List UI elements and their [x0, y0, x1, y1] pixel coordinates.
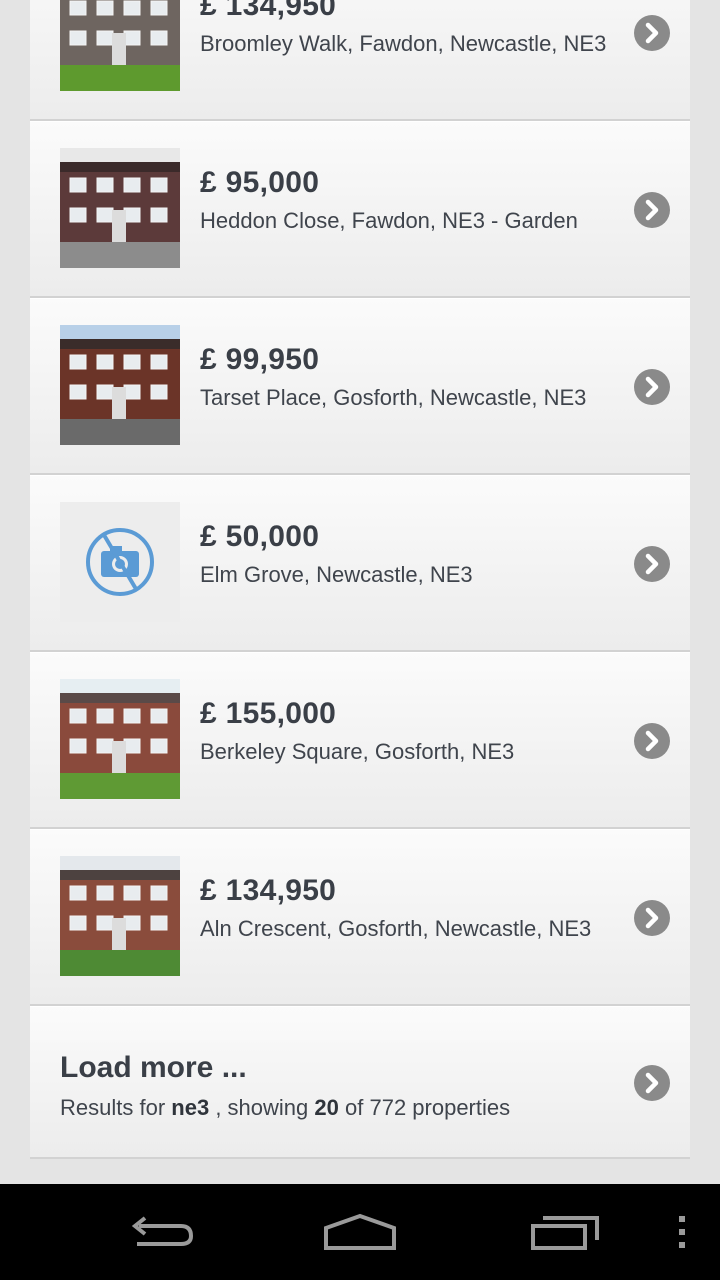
house-photo [60, 148, 180, 268]
property-card[interactable]: £ 50,000 Elm Grove, Newcastle, NE3 [30, 475, 690, 652]
home-button[interactable] [320, 1200, 400, 1264]
back-button[interactable] [120, 1200, 200, 1264]
property-price: £ 95,000 [200, 166, 320, 199]
property-card[interactable]: £ 134,950 Aln Crescent, Gosforth, Newcast… [30, 829, 690, 1006]
overflow-menu-icon [679, 1216, 685, 1248]
results-query: ne3 [171, 1095, 210, 1120]
property-address: Heddon Close, Fawdon, NE3 - Garden [200, 208, 578, 233]
back-icon [131, 1216, 194, 1246]
property-price: £ 134,950 [200, 874, 337, 907]
property-price: £ 50,000 [200, 520, 320, 553]
property-address: Tarset Place, Gosforth, Newcastle, NE3 [200, 385, 587, 410]
property-price: £ 155,000 [200, 697, 337, 730]
property-card[interactable]: £ 155,000 Berkeley Square, Gosforth, NE3 [30, 652, 690, 829]
house-photo [60, 0, 180, 91]
overflow-menu-button[interactable] [664, 1200, 700, 1264]
chevron-right-icon [634, 546, 670, 582]
chevron-right-icon [634, 369, 670, 405]
chevron-right-icon [634, 15, 670, 51]
chevron-right-icon [634, 192, 670, 228]
screen: £ 134,950 Broomley Walk, Fawdon, Newcastl… [0, 0, 720, 1280]
recent-apps-button[interactable] [525, 1200, 605, 1264]
system-nav-bar [0, 1184, 720, 1280]
results-prefix: Results for [60, 1095, 166, 1120]
property-list: £ 134,950 Broomley Walk, Fawdon, Newcastl… [30, 0, 690, 1159]
property-card[interactable]: £ 95,000 Heddon Close, Fawdon, NE3 - Gard… [30, 121, 690, 298]
load-more-button[interactable]: Load more ... Results for ne3 , showing … [30, 1006, 690, 1159]
property-address: Aln Crescent, Gosforth, Newcastle, NE3 [200, 916, 592, 941]
property-address: Elm Grove, Newcastle, NE3 [200, 562, 473, 587]
results-middle: , showing [215, 1095, 309, 1120]
house-photo [60, 679, 180, 799]
chevron-right-icon [634, 900, 670, 936]
property-card[interactable]: £ 134,950 Broomley Walk, Fawdon, Newcastl… [30, 0, 690, 121]
chevron-right-icon [634, 1065, 670, 1101]
home-icon [324, 1213, 396, 1250]
recent-apps-icon [531, 1216, 599, 1250]
property-price: £ 99,950 [200, 343, 320, 376]
no-photo-icon [60, 502, 180, 622]
chevron-right-icon [634, 723, 670, 759]
house-photo [60, 856, 180, 976]
house-photo [60, 325, 180, 445]
property-address: Broomley Walk, Fawdon, Newcastle, NE3 [200, 31, 607, 56]
load-more-title: Load more ... [60, 1051, 247, 1084]
results-summary: Results for ne3 , showing 20 of 772 prop… [60, 1095, 510, 1121]
results-shown-count: 20 [314, 1095, 339, 1120]
property-price: £ 134,950 [200, 0, 337, 22]
property-card[interactable]: £ 99,950 Tarset Place, Gosforth, Newcastl… [30, 298, 690, 475]
results-suffix: of 772 properties [345, 1095, 511, 1120]
property-address: Berkeley Square, Gosforth, NE3 [200, 739, 515, 764]
